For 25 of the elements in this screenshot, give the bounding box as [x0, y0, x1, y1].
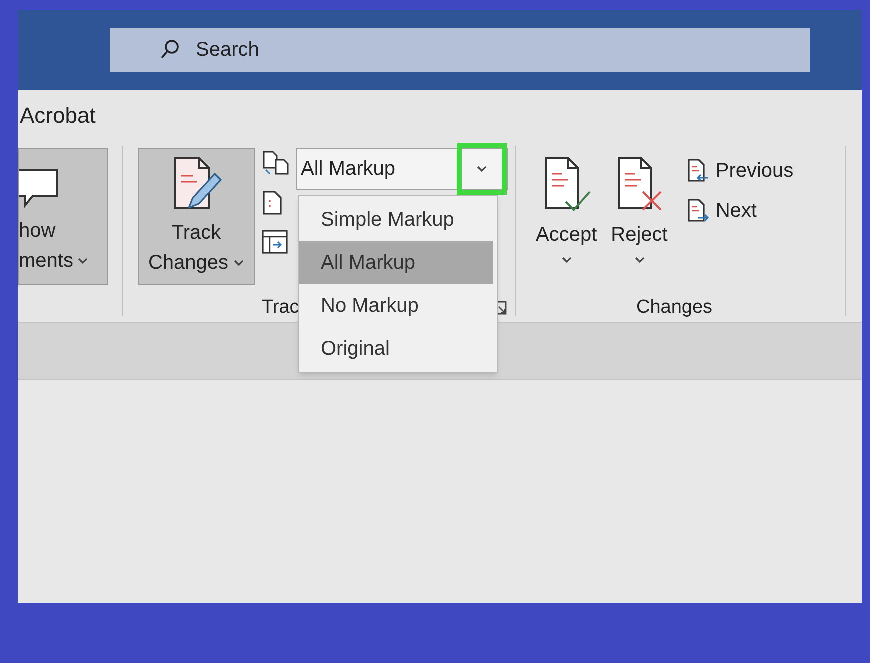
next-button[interactable]: Next — [686, 198, 794, 224]
menu-item[interactable]: Simple Markup — [299, 198, 493, 241]
comment-icon — [19, 166, 59, 210]
accept-button[interactable]: Accept — [534, 154, 600, 264]
chevron-down-icon — [560, 256, 573, 264]
show-comments-button[interactable]: how ments — [18, 148, 108, 285]
ribbon-tab[interactable]: Acrobat — [20, 98, 96, 132]
track-changes-button[interactable]: Track Changes — [138, 148, 255, 285]
menu-item[interactable]: All Markup — [299, 241, 493, 284]
search-icon — [160, 39, 180, 61]
document-right-arrow-icon — [686, 198, 712, 224]
compare-documents-icon — [262, 150, 290, 176]
chevron-down-icon — [476, 165, 488, 173]
search-field[interactable]: Search — [110, 28, 810, 72]
menu-item[interactable]: No Markup — [299, 284, 493, 327]
group-label: Trac — [262, 296, 300, 320]
group-label: Changes — [636, 296, 713, 320]
chevron-down-icon — [634, 256, 646, 264]
menu-item[interactable]: Original — [299, 327, 493, 370]
search-placeholder: Search — [196, 38, 260, 63]
previous-button[interactable]: Previous — [686, 158, 794, 184]
chevron-down-icon — [77, 257, 90, 265]
document-icon — [262, 190, 284, 216]
reject-button[interactable]: Reject — [609, 154, 670, 264]
chevron-down-icon — [232, 259, 245, 267]
